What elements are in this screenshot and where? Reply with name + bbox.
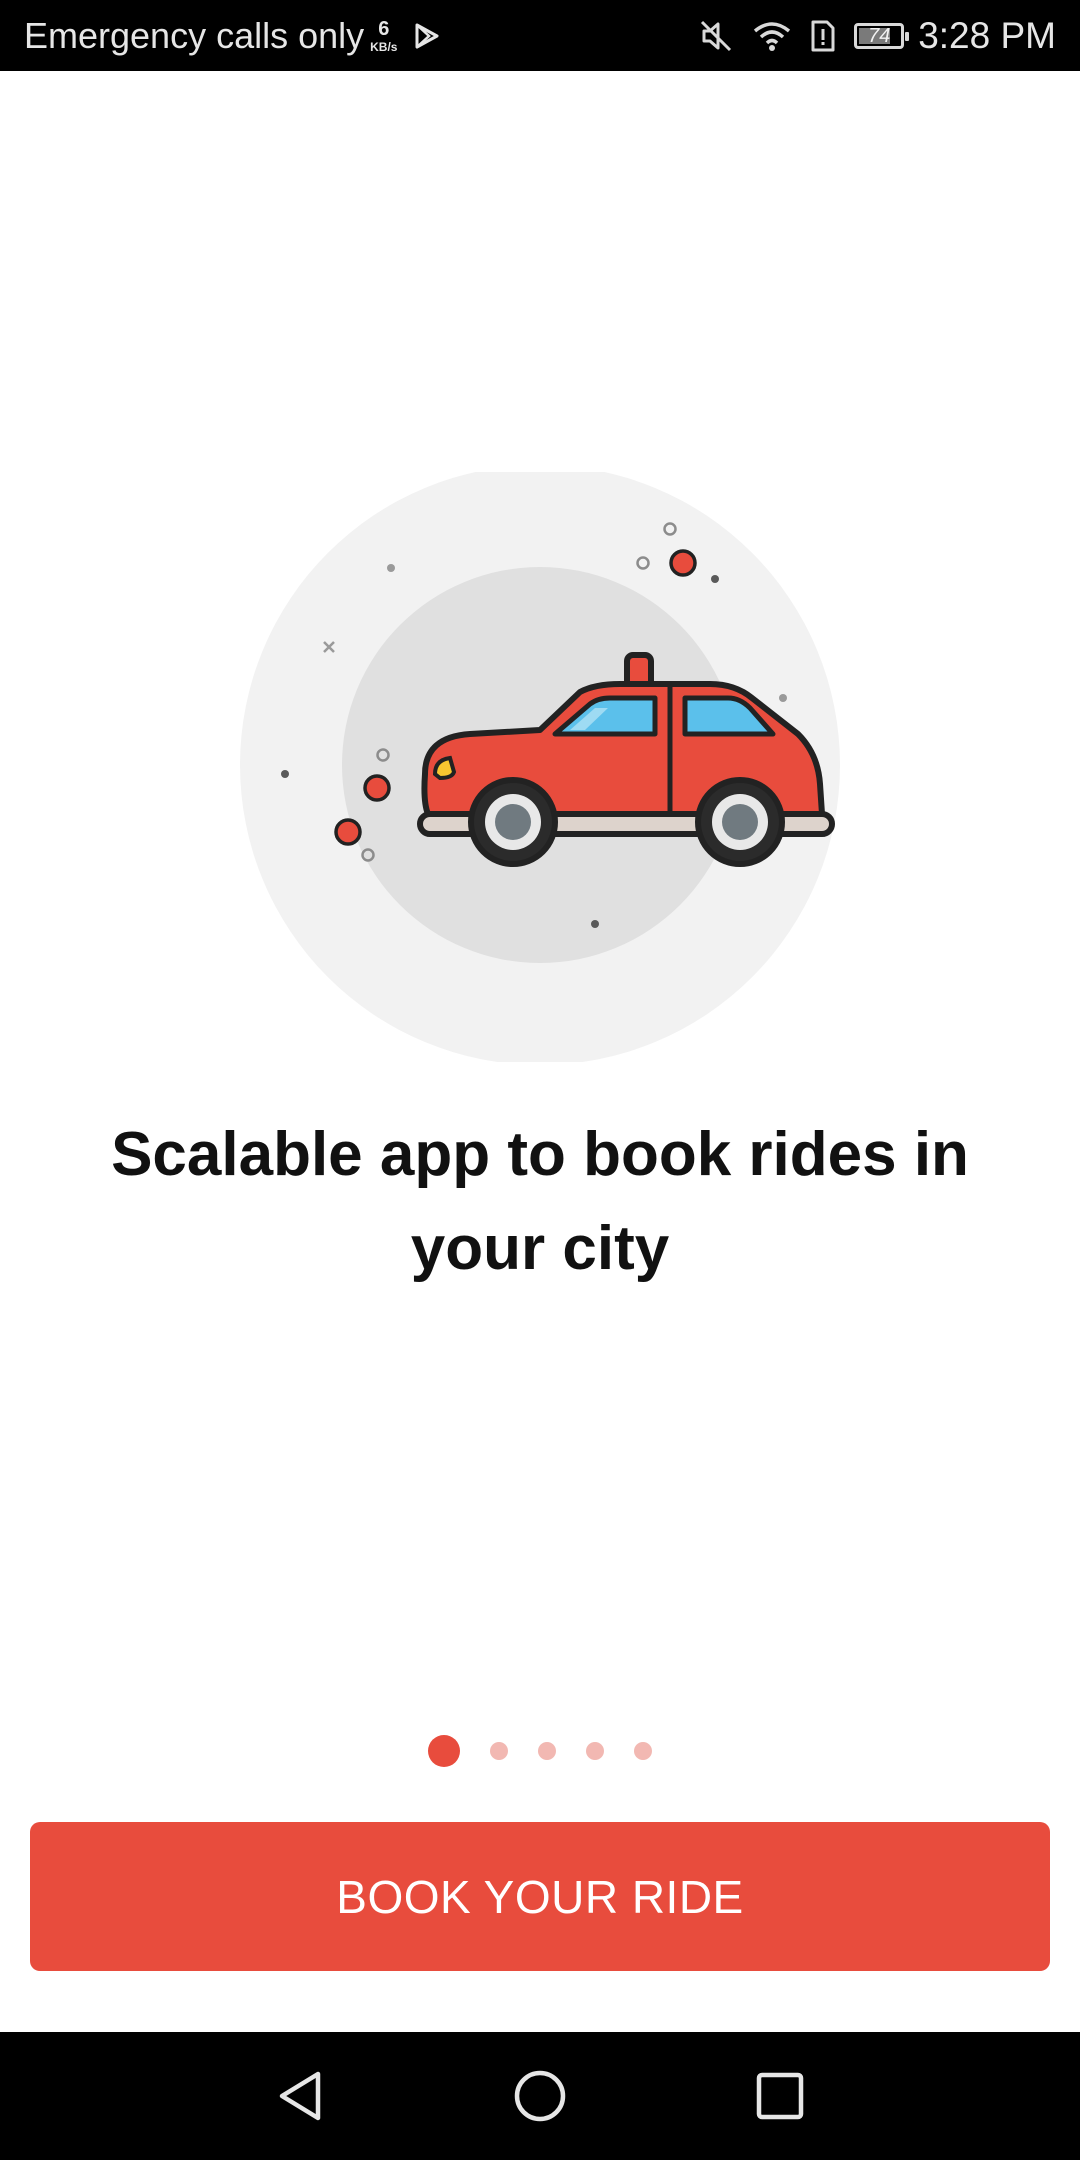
status-right: 74 3:28 PM	[698, 0, 1056, 71]
status-time: 3:28 PM	[918, 14, 1056, 56]
car-illustration	[240, 465, 840, 1065]
page-indicator[interactable]	[0, 1733, 1080, 1769]
status-bar: Emergency calls only 6 KB/s 74 3:28 PM	[0, 0, 1080, 71]
navigation-bar	[0, 2032, 1080, 2160]
net-speed-indicator: 6 KB/s	[370, 19, 397, 53]
battery-icon: 74	[854, 22, 910, 49]
book-your-ride-button[interactable]: BOOK YOUR RIDE	[30, 1822, 1050, 1971]
mute-icon	[698, 18, 734, 54]
battery-level: 74	[868, 24, 891, 47]
page-dot-4[interactable]	[586, 1742, 604, 1760]
page-dot-2[interactable]	[490, 1742, 508, 1760]
onboarding-headline: Scalable app to book rides in your city	[111, 1120, 969, 1283]
status-left: Emergency calls only 6 KB/s	[24, 0, 441, 71]
page-dot-5[interactable]	[634, 1742, 652, 1760]
home-icon[interactable]	[508, 2064, 572, 2128]
sim-alert-icon	[810, 19, 836, 53]
net-speed-value: 6	[378, 17, 390, 40]
onboarding-screen: Emergency calls only 6 KB/s 74 3:28 PM S…	[0, 0, 1080, 2160]
net-speed-unit: KB/s	[370, 39, 398, 54]
play-store-icon	[411, 21, 441, 51]
page-dot-3[interactable]	[538, 1742, 556, 1760]
back-icon[interactable]	[268, 2064, 332, 2128]
recents-icon[interactable]	[748, 2064, 812, 2128]
carrier-text: Emergency calls only	[24, 14, 365, 56]
wifi-icon	[752, 19, 792, 53]
book-your-ride-label: BOOK YOUR RIDE	[336, 1870, 744, 1923]
page-dot-1[interactable]	[428, 1735, 460, 1767]
